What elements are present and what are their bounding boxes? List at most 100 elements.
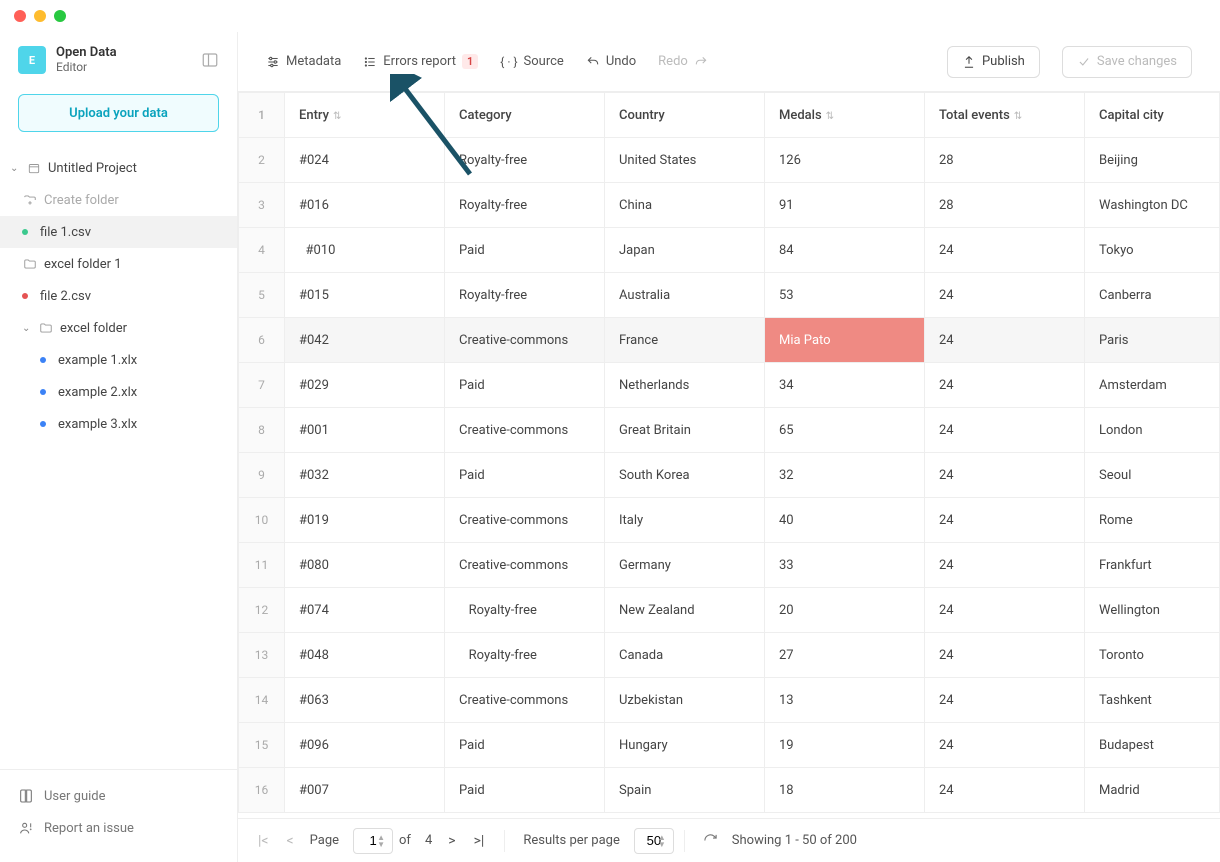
cell-country[interactable]: South Korea bbox=[605, 453, 765, 498]
upload-button[interactable]: Upload your data bbox=[18, 94, 219, 132]
cell-city[interactable]: Paris bbox=[1085, 318, 1220, 363]
tree-file[interactable]: file 1.csv bbox=[0, 216, 237, 248]
cell-events[interactable]: 24 bbox=[925, 318, 1085, 363]
table-row[interactable]: 12#074 Royalty-freeNew Zealand2024Wellin… bbox=[239, 588, 1220, 633]
cell-rownum[interactable]: 11 bbox=[239, 543, 285, 588]
page-input[interactable] bbox=[353, 828, 393, 854]
cell-medals[interactable]: 20 bbox=[765, 588, 925, 633]
cell-country[interactable]: Germany bbox=[605, 543, 765, 588]
cell-entry[interactable]: #048 bbox=[285, 633, 445, 678]
cell-rownum[interactable]: 13 bbox=[239, 633, 285, 678]
cell-rownum[interactable]: 10 bbox=[239, 498, 285, 543]
cell-entry[interactable]: #096 bbox=[285, 723, 445, 768]
header-category[interactable]: Category bbox=[445, 93, 605, 138]
header-country[interactable]: Country bbox=[605, 93, 765, 138]
cell-category[interactable]: Creative-commons bbox=[445, 318, 605, 363]
metadata-button[interactable]: Metadata bbox=[266, 54, 341, 69]
table-row[interactable]: 14#063Creative-commonsUzbekistan1324Tash… bbox=[239, 678, 1220, 723]
publish-button[interactable]: Publish bbox=[947, 46, 1040, 78]
table-row[interactable]: 5#015Royalty-freeAustralia5324Canberra bbox=[239, 273, 1220, 318]
cell-entry[interactable]: #042 bbox=[285, 318, 445, 363]
cell-medals[interactable]: 126 bbox=[765, 138, 925, 183]
tree-folder[interactable]: excel folder 1 bbox=[0, 248, 237, 280]
per-page-stepper-arrows[interactable]: ▲▼ bbox=[658, 834, 666, 848]
cell-category[interactable]: Royalty-free bbox=[445, 183, 605, 228]
header-medals[interactable]: Medals⇅ bbox=[765, 93, 925, 138]
tree-file[interactable]: example 3.xlx bbox=[0, 408, 237, 440]
cell-city[interactable]: Frankfurt bbox=[1085, 543, 1220, 588]
cell-medals[interactable]: 40 bbox=[765, 498, 925, 543]
cell-entry[interactable]: #010 bbox=[285, 228, 445, 273]
table-row[interactable]: 15#096PaidHungary1924Budapest bbox=[239, 723, 1220, 768]
next-page-button[interactable]: > bbox=[446, 833, 457, 849]
cell-city[interactable]: Budapest bbox=[1085, 723, 1220, 768]
table-row[interactable]: 11#080Creative-commonsGermany3324Frankfu… bbox=[239, 543, 1220, 588]
cell-entry[interactable]: #024 bbox=[285, 138, 445, 183]
cell-medals[interactable]: 19 bbox=[765, 723, 925, 768]
cell-category[interactable]: Paid bbox=[445, 228, 605, 273]
header-city[interactable]: Capital city bbox=[1085, 93, 1220, 138]
cell-events[interactable]: 28 bbox=[925, 183, 1085, 228]
cell-country[interactable]: Hungary bbox=[605, 723, 765, 768]
cell-country[interactable]: France bbox=[605, 318, 765, 363]
cell-country[interactable]: Italy bbox=[605, 498, 765, 543]
cell-country[interactable]: Spain bbox=[605, 768, 765, 813]
table-row[interactable]: 16#007PaidSpain1824Madrid bbox=[239, 768, 1220, 813]
cell-country[interactable]: New Zealand bbox=[605, 588, 765, 633]
cell-events[interactable]: 24 bbox=[925, 678, 1085, 723]
cell-medals[interactable]: 91 bbox=[765, 183, 925, 228]
cell-medals[interactable]: Mia Pato bbox=[765, 318, 925, 363]
cell-medals[interactable]: 34 bbox=[765, 363, 925, 408]
cell-city[interactable]: Washington DC bbox=[1085, 183, 1220, 228]
cell-category[interactable]: Paid bbox=[445, 768, 605, 813]
cell-events[interactable]: 24 bbox=[925, 453, 1085, 498]
cell-entry[interactable]: #007 bbox=[285, 768, 445, 813]
header-events[interactable]: Total events⇅ bbox=[925, 93, 1085, 138]
cell-events[interactable]: 24 bbox=[925, 228, 1085, 273]
cell-country[interactable]: Japan bbox=[605, 228, 765, 273]
tree-file[interactable]: example 1.xlx bbox=[0, 344, 237, 376]
window-maximize-dot[interactable] bbox=[54, 10, 66, 22]
cell-city[interactable]: Amsterdam bbox=[1085, 363, 1220, 408]
window-minimize-dot[interactable] bbox=[34, 10, 46, 22]
tree-file[interactable]: file 2.csv bbox=[0, 280, 237, 312]
cell-medals[interactable]: 53 bbox=[765, 273, 925, 318]
cell-rownum[interactable]: 7 bbox=[239, 363, 285, 408]
user-guide-link[interactable]: User guide bbox=[0, 780, 237, 812]
window-close-dot[interactable] bbox=[14, 10, 26, 22]
cell-entry[interactable]: #015 bbox=[285, 273, 445, 318]
table-row[interactable]: 10#019Creative-commonsItaly4024Rome bbox=[239, 498, 1220, 543]
cell-category[interactable]: Creative-commons bbox=[445, 543, 605, 588]
cell-entry[interactable]: #032 bbox=[285, 453, 445, 498]
cell-city[interactable]: London bbox=[1085, 408, 1220, 453]
cell-city[interactable]: Canberra bbox=[1085, 273, 1220, 318]
table-row[interactable]: 3#016Royalty-freeChina9128Washington DC bbox=[239, 183, 1220, 228]
cell-rownum[interactable]: 14 bbox=[239, 678, 285, 723]
cell-category[interactable]: Creative-commons bbox=[445, 498, 605, 543]
first-page-button[interactable]: |< bbox=[256, 833, 271, 849]
cell-category[interactable]: Paid bbox=[445, 363, 605, 408]
cell-entry[interactable]: #019 bbox=[285, 498, 445, 543]
table-row[interactable]: 7#029PaidNetherlands3424Amsterdam bbox=[239, 363, 1220, 408]
header-entry[interactable]: Entry⇅ bbox=[285, 93, 445, 138]
cell-city[interactable]: Seoul bbox=[1085, 453, 1220, 498]
cell-medals[interactable]: 84 bbox=[765, 228, 925, 273]
undo-button[interactable]: Undo bbox=[586, 54, 636, 69]
cell-category[interactable]: Creative-commons bbox=[445, 408, 605, 453]
cell-city[interactable]: Toronto bbox=[1085, 633, 1220, 678]
cell-city[interactable]: Tashkent bbox=[1085, 678, 1220, 723]
refresh-icon[interactable] bbox=[703, 833, 718, 848]
report-issue-link[interactable]: Report an issue bbox=[0, 812, 237, 844]
table-row[interactable]: 13#048 Royalty-freeCanada2724Toronto bbox=[239, 633, 1220, 678]
cell-rownum[interactable]: 3 bbox=[239, 183, 285, 228]
cell-category[interactable]: Royalty-free bbox=[445, 588, 605, 633]
cell-entry[interactable]: #016 bbox=[285, 183, 445, 228]
cell-rownum[interactable]: 8 bbox=[239, 408, 285, 453]
cell-category[interactable]: Paid bbox=[445, 453, 605, 498]
cell-events[interactable]: 28 bbox=[925, 138, 1085, 183]
cell-entry[interactable]: #074 bbox=[285, 588, 445, 633]
source-button[interactable]: { · } Source bbox=[500, 54, 564, 69]
cell-rownum[interactable]: 16 bbox=[239, 768, 285, 813]
create-folder[interactable]: Create folder bbox=[0, 184, 237, 216]
page-stepper-arrows[interactable]: ▲▼ bbox=[377, 834, 385, 848]
